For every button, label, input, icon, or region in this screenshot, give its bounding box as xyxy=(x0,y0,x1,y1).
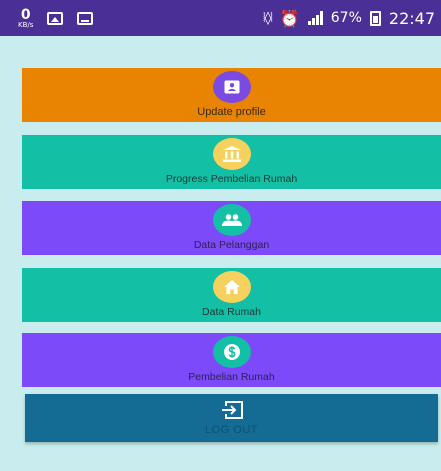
logout-label: LOG OUT xyxy=(204,424,258,436)
update-profile-label: Update profile xyxy=(197,106,266,118)
dollar-icon xyxy=(212,336,251,368)
progress-pembelian-rumah-button[interactable]: Progress Pembelian Rumah xyxy=(22,135,441,189)
battery-icon xyxy=(369,10,381,26)
status-left-group: 0 KB/s xyxy=(18,8,94,29)
update-profile-button[interactable]: Update profile xyxy=(22,68,441,122)
network-speed: 0 KB/s xyxy=(18,8,33,29)
data-pelanggan-button[interactable]: Data Pelanggan xyxy=(22,201,441,255)
network-speed-value: 0 xyxy=(20,6,31,23)
pembelian-rumah-label: Pembelian Rumah xyxy=(188,371,275,383)
inbox-notification-icon xyxy=(77,11,94,25)
people-icon xyxy=(212,204,251,236)
clock: 22:47 xyxy=(388,8,435,28)
logout-button[interactable]: LOG OUT xyxy=(25,394,438,442)
bank-icon xyxy=(212,138,251,170)
status-bar: 0 KB/s ⦚◊⦚ ⏰ 67% 22:47 xyxy=(0,0,441,36)
home-icon xyxy=(212,271,251,303)
progress-pembelian-rumah-label: Progress Pembelian Rumah xyxy=(165,173,298,185)
signal-icon xyxy=(307,11,323,25)
alarm-icon: ⏰ xyxy=(279,8,300,28)
vibrate-icon: ⦚◊⦚ xyxy=(262,10,273,26)
battery-percent: 67% xyxy=(330,10,362,26)
pembelian-rumah-button[interactable]: Pembelian Rumah xyxy=(22,333,441,387)
data-rumah-button[interactable]: Data Rumah xyxy=(22,268,441,322)
data-pelanggan-label: Data Pelanggan xyxy=(193,239,270,251)
status-right-group: ⦚◊⦚ ⏰ 67% 22:47 xyxy=(263,9,435,28)
gallery-notification-icon xyxy=(47,11,64,25)
profile-card-icon xyxy=(212,71,251,103)
data-rumah-label: Data Rumah xyxy=(202,306,261,318)
network-speed-unit: KB/s xyxy=(18,20,34,29)
logout-icon xyxy=(221,400,244,420)
